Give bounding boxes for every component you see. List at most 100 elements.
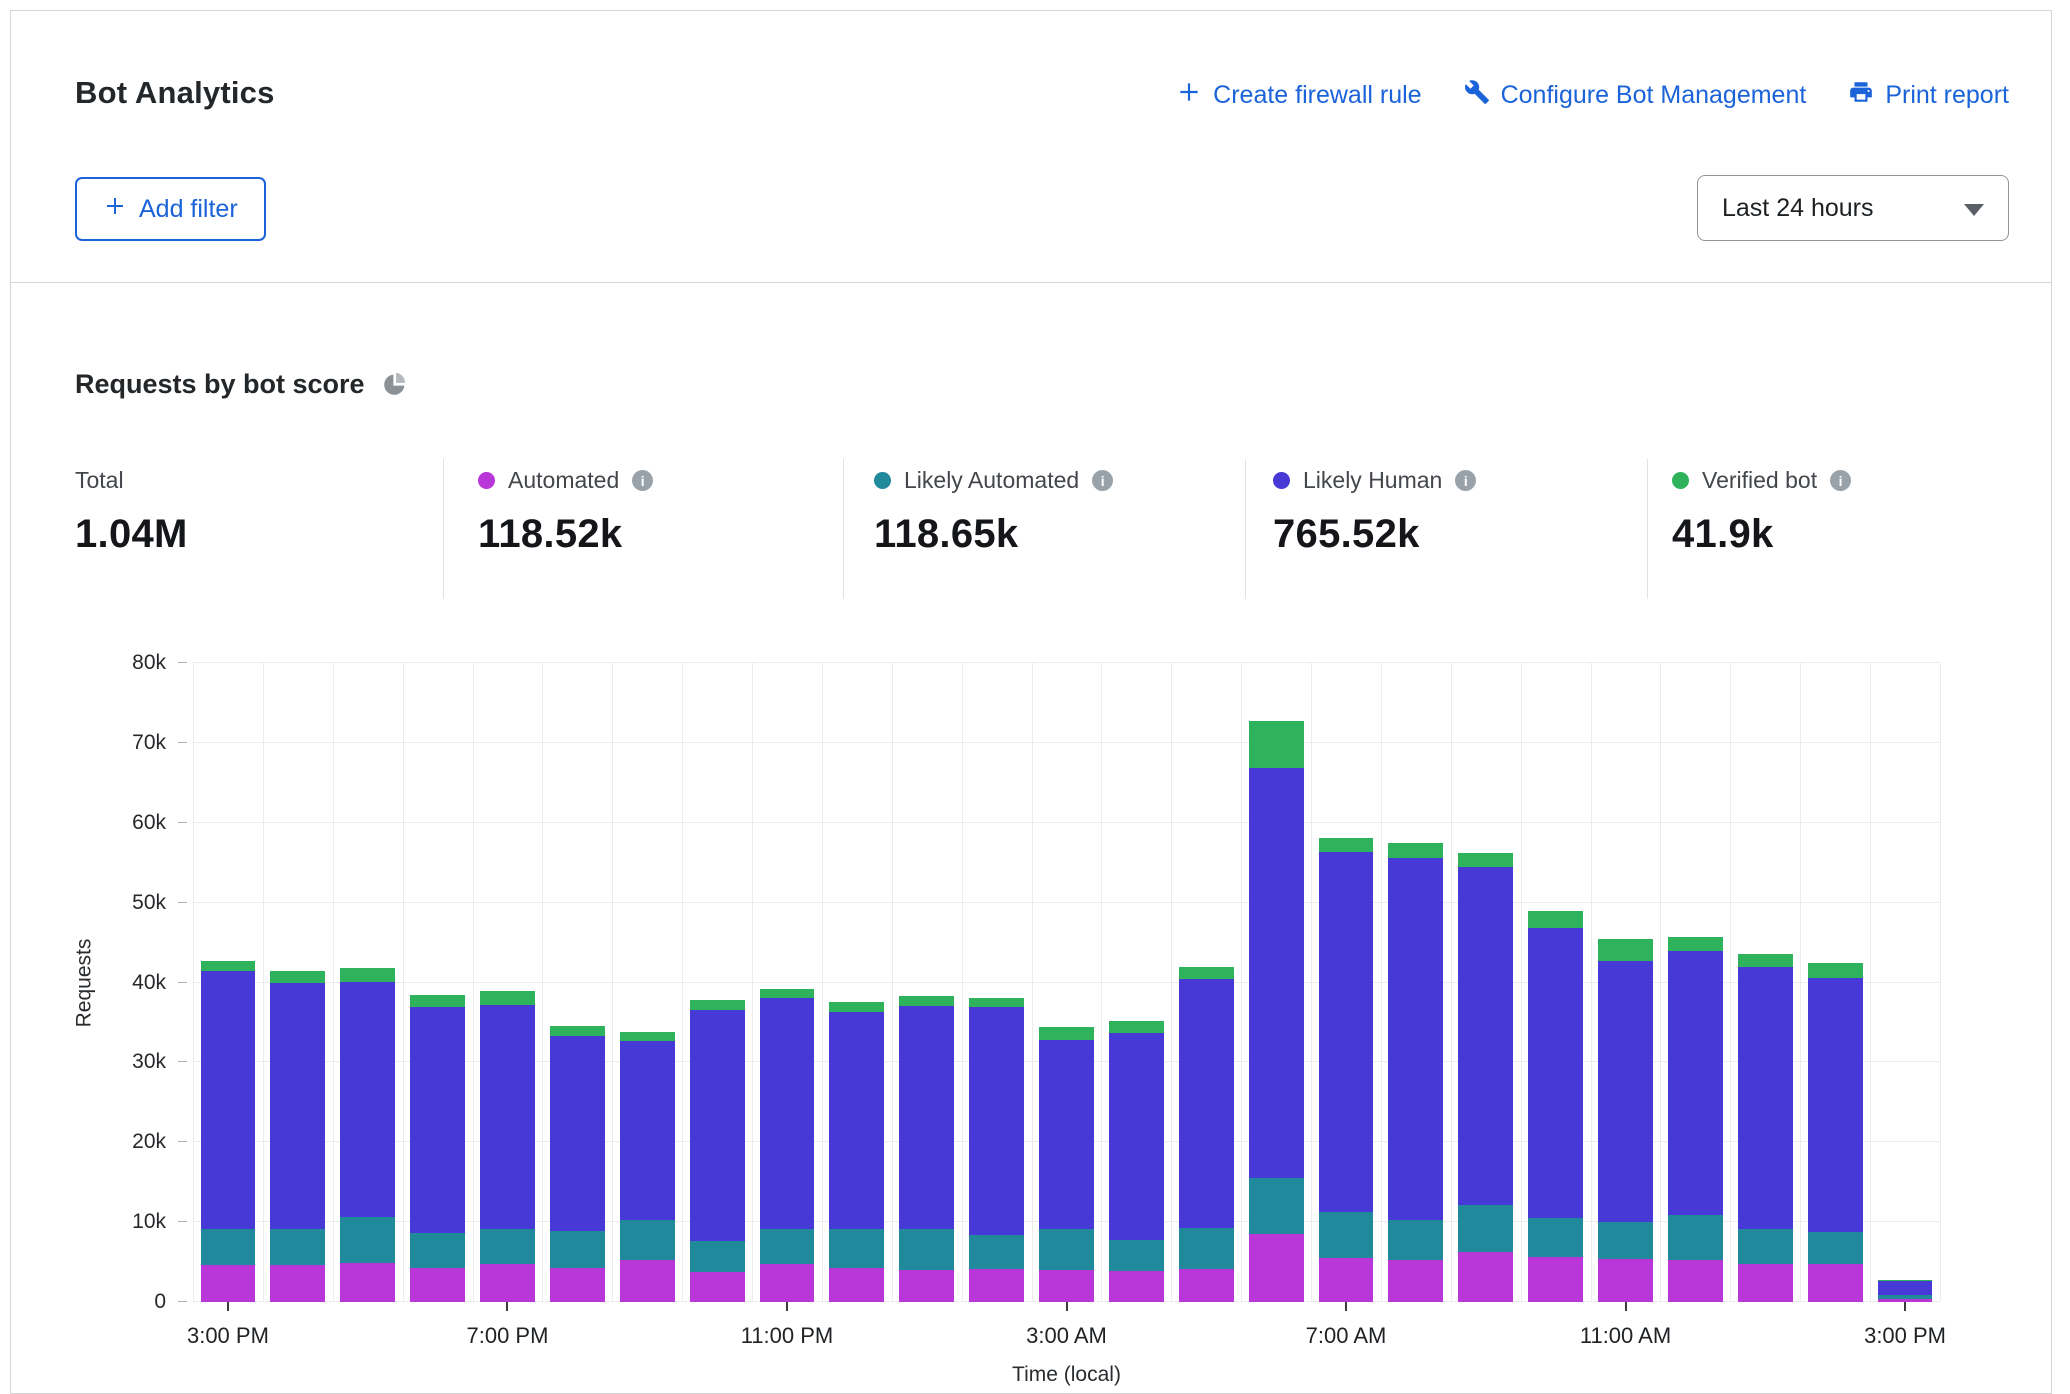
segment-automated [1179,1269,1234,1302]
bar-9-00-pm[interactable] [620,663,675,1302]
segment-likely-human [690,1010,745,1241]
page-title: Bot Analytics [75,75,275,111]
segment-verified-bot [1319,838,1374,852]
bar-11-00-am[interactable] [1598,663,1653,1302]
x-tick-mark [1625,1302,1627,1311]
segment-automated [550,1268,605,1302]
bar-1-00-am[interactable] [899,663,954,1302]
bar-3-00-am[interactable] [1039,663,1094,1302]
bar-12-00-pm[interactable] [1668,663,1723,1302]
segment-verified-bot [690,1000,745,1010]
pie-chart-icon [381,371,408,398]
info-icon[interactable] [1092,470,1113,491]
bar-4-00-am[interactable] [1109,663,1164,1302]
segment-automated [270,1265,325,1302]
v-gridline [473,663,474,1302]
stat-likely-automated-label: Likely Automated [904,467,1079,494]
segment-likely-automated [1109,1240,1164,1271]
segment-automated [760,1264,815,1302]
bar-5-00-pm[interactable] [340,663,395,1302]
header-actions: Create firewall rule Configure Bot Manag… [1176,79,2009,112]
segment-likely-human [1319,852,1374,1211]
segment-likely-human [480,1005,535,1229]
segment-likely-human [969,1007,1024,1235]
bar-4-00-pm[interactable] [270,663,325,1302]
time-range-value: Last 24 hours [1722,194,1874,223]
segment-likely-automated [1249,1178,1304,1234]
likely-human-legend-dot [1273,472,1290,489]
stat-likely-human-label: Likely Human [1303,467,1442,494]
bar-3-00-pm[interactable] [1878,663,1933,1302]
stat-likely-human: Likely Human 765.52k [1273,467,1476,557]
segment-likely-human [1808,978,1863,1232]
segment-automated [340,1263,395,1302]
bar-8-00-am[interactable] [1388,663,1443,1302]
add-filter-button[interactable]: Add filter [75,177,266,241]
bar-6-00-pm[interactable] [410,663,465,1302]
bar-5-00-am[interactable] [1179,663,1234,1302]
segment-likely-human [1388,858,1443,1220]
bar-10-00-pm[interactable] [690,663,745,1302]
stat-likely-automated: Likely Automated 118.65k [874,467,1113,557]
v-gridline [1241,663,1242,1302]
v-gridline [1730,663,1731,1302]
stat-verified-bot: Verified bot 41.9k [1672,467,1851,557]
bar-7-00-am[interactable] [1319,663,1374,1302]
v-gridline [962,663,963,1302]
segment-automated [1249,1234,1304,1302]
requests-by-bot-score-chart: Requests 010k20k30k40k50k60k70k80k Time … [11,663,2053,1394]
bar-2-00-pm[interactable] [1808,663,1863,1302]
wrench-icon [1464,79,1490,112]
info-icon[interactable] [1830,470,1851,491]
segment-verified-bot [1388,843,1443,858]
segment-likely-automated [1528,1218,1583,1257]
bar-8-00-pm[interactable] [550,663,605,1302]
segment-verified-bot [270,971,325,983]
bar-7-00-pm[interactable] [480,663,535,1302]
bar-2-00-am[interactable] [969,663,1024,1302]
segment-likely-human [340,982,395,1218]
segment-verified-bot [829,1002,884,1012]
segment-likely-human [1179,979,1234,1228]
x-tick-label: 11:00 AM [1536,1323,1716,1349]
section-title-row: Requests by bot score [75,369,408,400]
bar-3-00-pm[interactable] [201,663,256,1302]
bar-11-00-pm[interactable] [760,663,815,1302]
segment-likely-human [829,1012,884,1229]
v-gridline [1032,663,1033,1302]
segment-likely-automated [899,1229,954,1271]
add-filter-label: Add filter [139,195,238,224]
segment-likely-automated [550,1231,605,1269]
y-tick-label: 0 [11,1290,166,1314]
segment-verified-bot [1458,853,1513,867]
create-firewall-rule-link[interactable]: Create firewall rule [1176,79,1421,112]
y-tick-label: 10k [11,1210,166,1234]
time-range-select[interactable]: Last 24 hours [1697,175,2009,241]
info-icon[interactable] [1455,470,1476,491]
bar-1-00-pm[interactable] [1738,663,1793,1302]
segment-automated [690,1272,745,1302]
v-gridline [263,663,264,1302]
configure-bot-management-link[interactable]: Configure Bot Management [1464,79,1807,112]
bar-9-00-am[interactable] [1458,663,1513,1302]
print-report-link[interactable]: Print report [1848,79,2009,112]
y-tick-label: 60k [11,811,166,835]
info-icon[interactable] [632,470,653,491]
segment-automated [201,1265,256,1302]
plus-icon [103,194,127,225]
bar-10-00-am[interactable] [1528,663,1583,1302]
segment-likely-human [1528,928,1583,1218]
segment-automated [1738,1264,1793,1302]
segment-likely-automated [270,1229,325,1265]
segment-automated [410,1268,465,1302]
stat-total-value: 1.04M [75,512,188,557]
stat-automated-value: 118.52k [478,512,653,557]
bar-12-00-am[interactable] [829,663,884,1302]
bar-6-00-am[interactable] [1249,663,1304,1302]
segment-automated [1808,1264,1863,1302]
segment-automated [1598,1259,1653,1302]
x-tick-mark [1904,1302,1906,1311]
y-tick-mark [178,982,187,983]
configure-bot-management-label: Configure Bot Management [1501,81,1807,110]
segment-likely-automated [1388,1220,1443,1261]
